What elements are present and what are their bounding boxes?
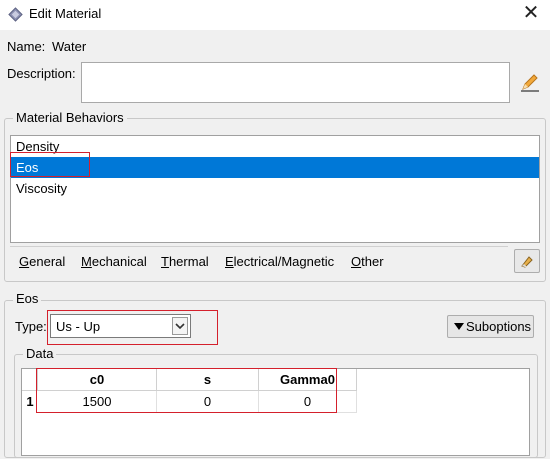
- triangle-down-icon: [454, 323, 464, 330]
- list-item-eos[interactable]: Eos: [11, 157, 539, 178]
- window-title: Edit Material: [29, 6, 102, 21]
- behaviors-list[interactable]: Density Eos Viscosity: [10, 135, 540, 243]
- name-label: Name:: [7, 39, 46, 54]
- list-item-viscosity[interactable]: Viscosity: [11, 178, 539, 199]
- chevron-down-icon: [172, 317, 188, 335]
- type-label: Type:: [15, 319, 47, 334]
- table-cell-gamma0[interactable]: 0: [259, 391, 357, 413]
- type-select[interactable]: Us - Up: [50, 314, 191, 338]
- material-behaviors-title: Material Behaviors: [13, 110, 127, 125]
- suboptions-button[interactable]: Suboptions: [447, 315, 534, 338]
- title-bar: Edit Material ✕: [0, 0, 550, 30]
- corner-header: [22, 369, 38, 391]
- name-value: Water: [52, 39, 87, 54]
- column-header-s[interactable]: s: [157, 369, 259, 391]
- type-value: Us - Up: [56, 319, 101, 334]
- list-item-density[interactable]: Density: [11, 136, 539, 157]
- edit-behavior-button[interactable]: [514, 249, 540, 273]
- menu-general[interactable]: General: [19, 254, 65, 269]
- eraser-icon: [521, 256, 533, 268]
- data-group-title: Data: [23, 346, 57, 361]
- menu-electrical-magnetic[interactable]: Electrical/Magnetic: [225, 254, 334, 269]
- menu-mechanical[interactable]: Mechanical: [81, 254, 147, 269]
- menu-other[interactable]: Other: [351, 254, 384, 269]
- description-label: Description:: [7, 66, 76, 81]
- close-button[interactable]: ✕: [516, 2, 546, 26]
- column-header-gamma0[interactable]: Gamma0: [259, 369, 357, 391]
- close-icon: ✕: [522, 2, 540, 24]
- column-header-c0[interactable]: c0: [38, 369, 157, 391]
- data-table: c0 s Gamma0 1 1500 0 0: [21, 368, 530, 456]
- app-icon: [8, 7, 23, 22]
- row-header[interactable]: 1: [22, 391, 38, 413]
- description-input[interactable]: [81, 62, 510, 103]
- table-cell-c0[interactable]: 1500: [38, 391, 157, 413]
- eos-group-title: Eos: [13, 291, 42, 306]
- menu-thermal[interactable]: Thermal: [161, 254, 209, 269]
- menu-divider: [10, 246, 508, 247]
- table-cell-s[interactable]: 0: [157, 391, 259, 413]
- pencil-icon[interactable]: [519, 71, 541, 93]
